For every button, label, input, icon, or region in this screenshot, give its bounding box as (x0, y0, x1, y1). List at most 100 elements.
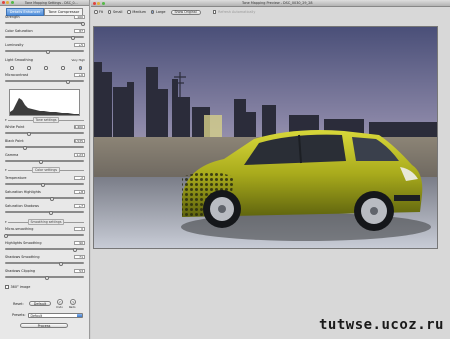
slider-knob[interactable] (70, 35, 75, 40)
zoom-radio[interactable] (150, 10, 155, 14)
undo-icon[interactable]: ↶ (57, 299, 63, 305)
saturation-highlights-slider[interactable] (5, 196, 84, 201)
close-window-icon[interactable] (92, 1, 96, 5)
strength-row: Strength 100 (5, 15, 85, 19)
settings-window-title: Tone Mapping Settings - DSC_0... (24, 0, 78, 5)
tone-settings-header[interactable]: ▾ Tone settings (5, 117, 84, 123)
highlights-smoothing-label: Highlights Smoothing (5, 241, 42, 245)
color-saturation-slider[interactable] (5, 35, 84, 40)
microcontrast-slider[interactable] (5, 79, 84, 84)
zoom-option-label: Small (112, 10, 123, 14)
strength-slider[interactable] (5, 21, 85, 26)
color-saturation-value[interactable]: 87 (74, 29, 85, 33)
histogram-graph (10, 98, 79, 115)
gamma-slider[interactable] (5, 159, 84, 164)
slider-knob[interactable] (4, 233, 8, 238)
zoom-radio[interactable] (127, 10, 131, 14)
zoom-option-label: Medium (132, 10, 146, 14)
tone-mapping-settings-window: Tone Mapping Settings - DSC_0... Details… (0, 0, 90, 339)
black-point-slider[interactable] (5, 145, 84, 150)
zoom-option-large[interactable]: Large (150, 10, 166, 14)
shadows-clipping-value[interactable]: 53 (74, 269, 85, 273)
slider-knob[interactable] (65, 79, 70, 84)
shadows-clipping-slider[interactable] (5, 275, 84, 280)
slider-knob[interactable] (81, 21, 85, 26)
light-smoothing-radio-1[interactable] (10, 66, 14, 70)
slider-knob[interactable] (50, 196, 55, 201)
minimize-window-icon[interactable] (6, 1, 9, 4)
white-point-label: White Point (5, 125, 25, 129)
saturation-highlights-row: Saturation Highlights +8 (5, 190, 85, 194)
black-point-value[interactable]: 0.535 (74, 139, 85, 143)
gamma-label: Gamma (5, 153, 19, 157)
micro-smoothing-slider[interactable] (4, 233, 84, 238)
slider-knob[interactable] (46, 49, 51, 54)
slider-knob[interactable] (38, 159, 43, 164)
temperature-value[interactable]: -2 (74, 176, 85, 180)
saturation-shadows-row: Saturation Shadows +7 (5, 204, 85, 208)
360-image-checkbox[interactable] (5, 285, 9, 289)
highlights-smoothing-value[interactable]: 90 (74, 241, 85, 245)
microcontrast-label: Microcontrast (5, 73, 29, 77)
refresh-label: Refresh Automatically (218, 10, 256, 14)
histogram (9, 89, 80, 116)
default-button[interactable]: Default (29, 301, 51, 306)
presets-selected-value: Default (30, 313, 43, 318)
zoom-option-fit[interactable]: Fit (94, 10, 103, 14)
shadows-clipping-label: Shadows Clipping (5, 269, 36, 273)
hdr-car-photo (94, 27, 437, 248)
close-window-icon[interactable] (1, 1, 5, 4)
histogram-shape (10, 98, 79, 115)
presets-dropdown[interactable]: Default (28, 313, 83, 318)
zoom-radio[interactable] (94, 10, 98, 14)
micro-smoothing-value[interactable]: 0 (74, 227, 85, 231)
reset-label: Reset: (13, 302, 24, 306)
light-smoothing-radio-4[interactable] (61, 66, 65, 70)
white-point-slider[interactable] (5, 131, 84, 136)
saturation-shadows-value[interactable]: +7 (74, 204, 85, 208)
white-point-value[interactable]: 2.400 (74, 125, 85, 129)
refresh-automatically-option[interactable]: Refresh Automatically (212, 10, 256, 14)
microcontrast-row: Microcontrast +6 (5, 73, 85, 77)
strength-value[interactable]: 100 (74, 15, 85, 19)
saturation-shadows-slider[interactable] (5, 210, 84, 215)
slider-knob[interactable] (58, 261, 63, 266)
slider-knob[interactable] (23, 145, 28, 150)
slider-knob[interactable] (48, 210, 53, 215)
redo-icon[interactable]: ↷ (70, 299, 76, 305)
undo-label: Undo (56, 306, 63, 309)
process-button[interactable]: Process (20, 323, 68, 328)
gamma-value[interactable]: 1.23 (74, 153, 85, 157)
slider-knob[interactable] (27, 131, 32, 136)
slider-knob[interactable] (44, 275, 49, 280)
show-original-button[interactable]: Show Original (170, 9, 201, 15)
light-smoothing-radio-2[interactable] (27, 66, 31, 70)
360-image-option[interactable]: 360° image (5, 285, 30, 289)
zoom-option-medium[interactable]: Medium (127, 10, 146, 14)
microcontrast-value[interactable]: +6 (74, 73, 85, 77)
saturation-highlights-label: Saturation Highlights (5, 190, 41, 194)
light-smoothing-radio-5[interactable] (78, 66, 82, 70)
saturation-highlights-value[interactable]: +8 (74, 190, 85, 194)
temperature-slider[interactable] (5, 182, 84, 187)
color-settings-label: Color settings (32, 167, 60, 173)
chevron-down-icon[interactable] (77, 314, 82, 317)
smoothing-settings-header[interactable]: ▾ Smoothing settings (5, 219, 85, 225)
black-point-row: Black Point 0.535 (5, 139, 85, 143)
refresh-checkbox[interactable] (212, 10, 217, 14)
slider-knob[interactable] (40, 182, 45, 187)
slider-knob[interactable] (73, 247, 78, 252)
minimize-window-icon[interactable] (97, 1, 100, 5)
zoom-radio[interactable] (107, 10, 112, 14)
color-settings-header[interactable]: ▾ Color settings (5, 167, 85, 173)
luminosity-slider[interactable] (5, 49, 84, 54)
zoom-option-small[interactable]: Small (107, 10, 123, 14)
shadows-smoothing-value[interactable]: 71 (74, 255, 85, 259)
preview-image[interactable] (93, 26, 438, 249)
light-smoothing-radio-3[interactable] (44, 66, 48, 70)
highlights-smoothing-slider[interactable] (5, 247, 84, 252)
shadows-smoothing-slider[interactable] (5, 261, 84, 266)
tone-settings-label: Tone settings (32, 117, 60, 123)
luminosity-value[interactable]: +5 (74, 43, 85, 47)
highlights-smoothing-row: Highlights Smoothing 90 (5, 241, 85, 245)
